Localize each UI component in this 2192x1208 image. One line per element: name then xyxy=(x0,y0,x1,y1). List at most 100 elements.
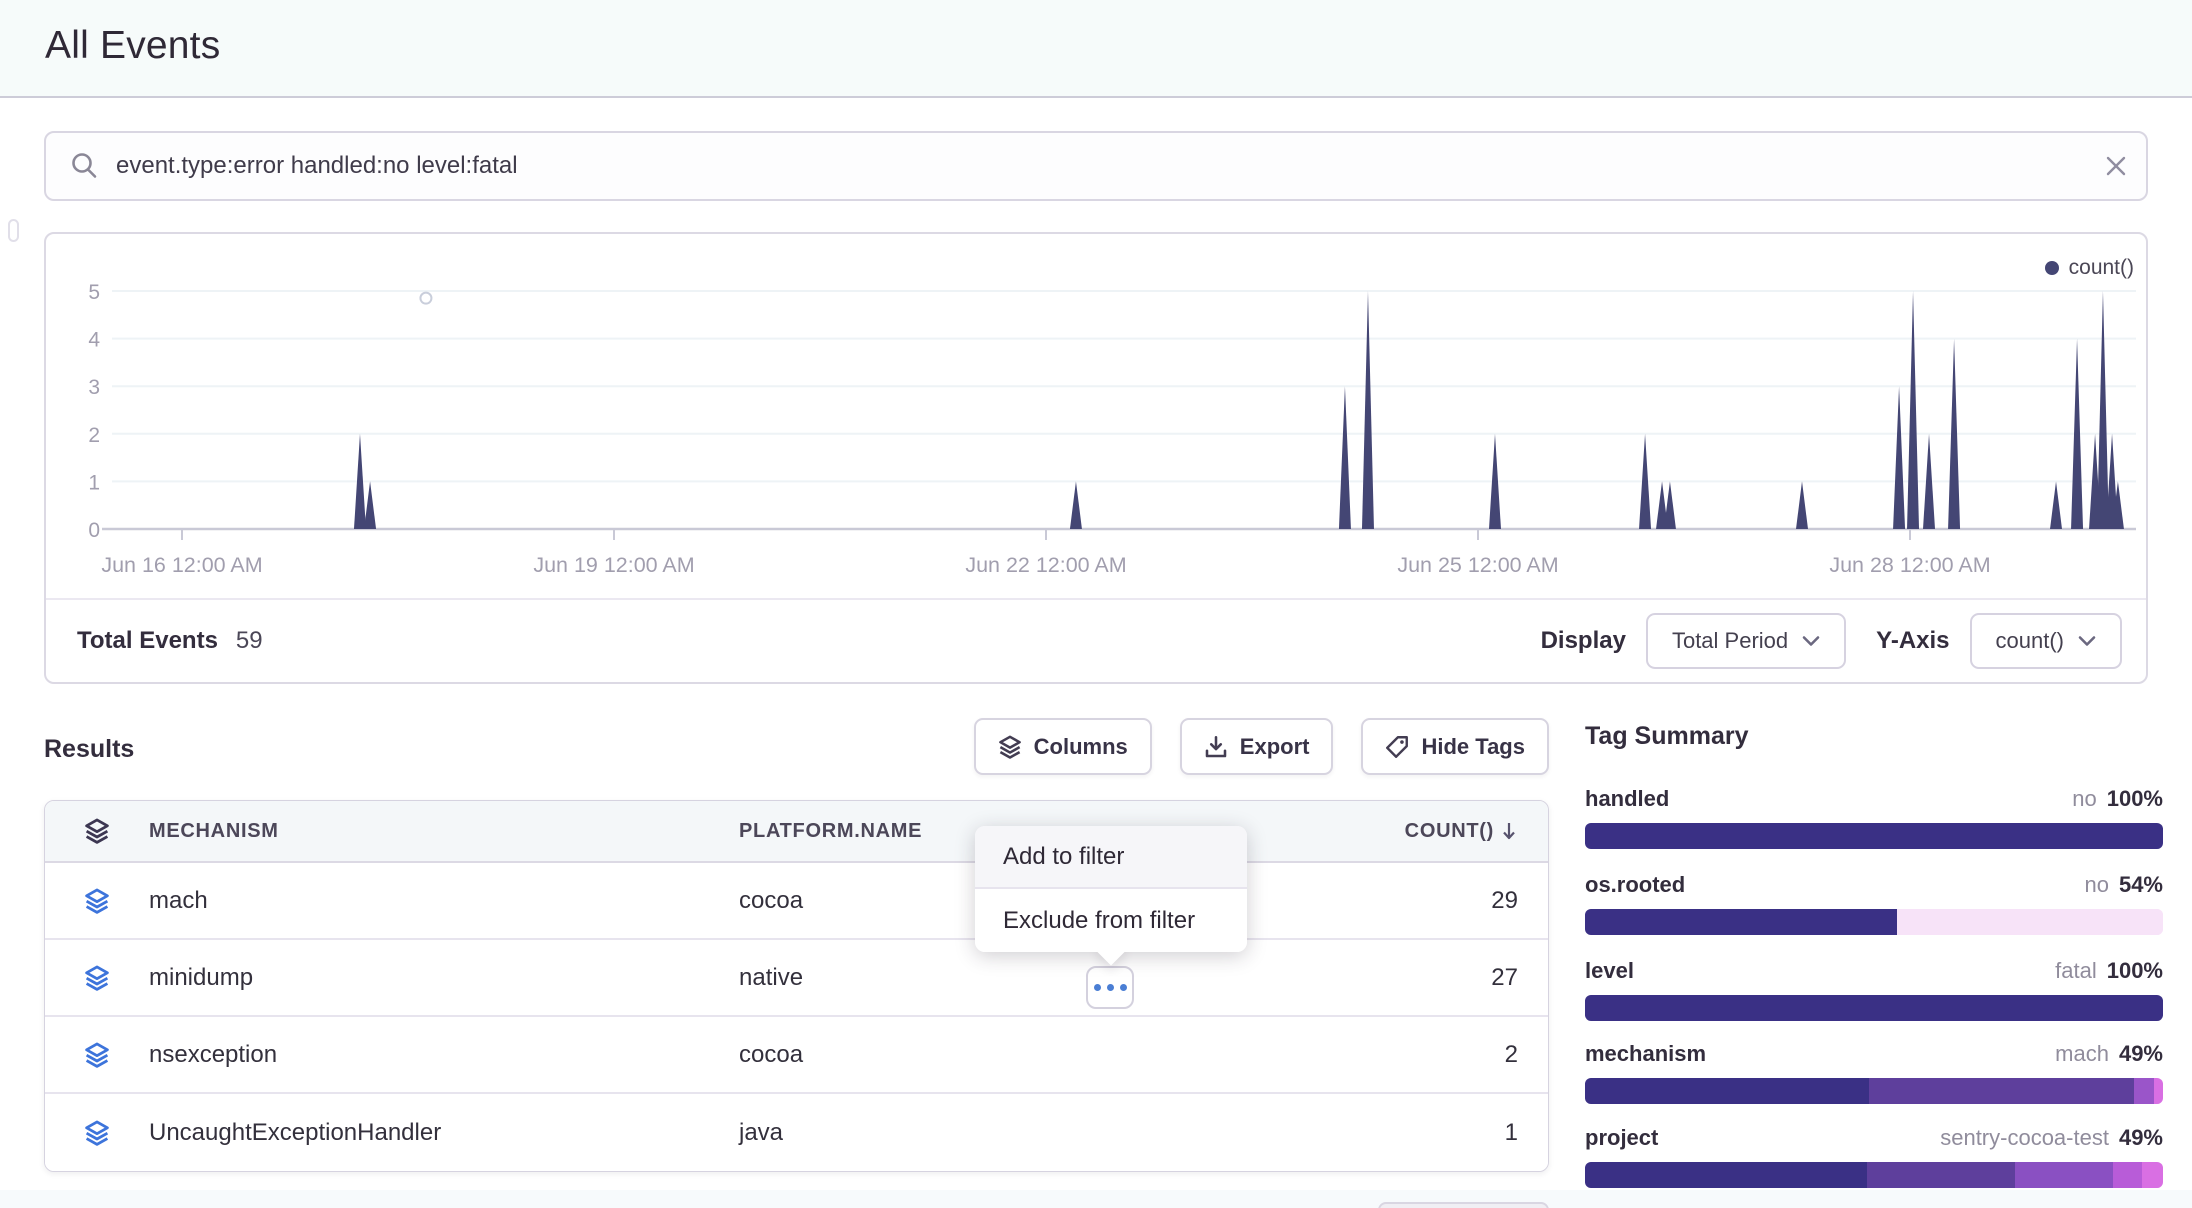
results-table: MECHANISM PLATFORM.NAME COUNT() mach coc… xyxy=(44,800,1549,1172)
tag-row-level[interactable]: level fatal 100% xyxy=(1585,958,2163,1021)
chart-footer: Total Events 59 Display Total Period Y-A… xyxy=(46,598,2146,682)
tag-bar[interactable] xyxy=(1585,823,2163,849)
stack-icon xyxy=(84,1042,110,1068)
cell-mechanism[interactable]: mach xyxy=(149,887,739,915)
cell-count: 27 xyxy=(1259,964,1548,992)
tag-bar-segment xyxy=(1869,1078,2134,1104)
events-chart-card: 0 1 2 3 4 5 Jun 16 12:00 AM Jun 19 12:00 AM Jun … xyxy=(44,232,2148,684)
cell-mechanism[interactable]: minidump xyxy=(149,964,739,992)
tag-top-value: fatal xyxy=(2055,958,2097,984)
tag-bar-segment xyxy=(1867,1162,2015,1188)
tag-bar-segment xyxy=(2154,1078,2163,1104)
table-header-row: MECHANISM PLATFORM.NAME COUNT() xyxy=(45,801,1548,863)
sidebar-drag-handle[interactable] xyxy=(8,219,19,242)
cell-count: 2 xyxy=(1259,1041,1548,1069)
svg-text:Jun 16 12:00 AM: Jun 16 12:00 AM xyxy=(101,553,262,577)
tag-pct: 100% xyxy=(2107,786,2163,812)
svg-text:Jun 22 12:00 AM: Jun 22 12:00 AM xyxy=(965,553,1126,577)
tag-name: level xyxy=(1585,958,1634,984)
tag-bar-segment xyxy=(1585,995,2163,1021)
table-row[interactable]: UncaughtExceptionHandler java 1 xyxy=(45,1094,1548,1171)
display-select-value: Total Period xyxy=(1672,628,1788,654)
svg-text:0: 0 xyxy=(88,519,100,542)
tag-bar[interactable] xyxy=(1585,995,2163,1021)
clear-search-icon[interactable] xyxy=(2086,133,2146,199)
tag-name: handled xyxy=(1585,786,1669,812)
tag-bar-segment xyxy=(1897,909,2163,935)
tag-row-handled[interactable]: handled no 100% xyxy=(1585,786,2163,849)
hide-tags-button[interactable]: Hide Tags xyxy=(1361,718,1549,775)
stack-icon xyxy=(84,965,110,991)
legend-label: count() xyxy=(2069,256,2134,280)
count-header-label: COUNT() xyxy=(1405,820,1494,843)
svg-text:Jun 19 12:00 AM: Jun 19 12:00 AM xyxy=(533,553,694,577)
yaxis-select[interactable]: count() xyxy=(1970,613,2122,669)
svg-text:3: 3 xyxy=(88,376,100,399)
tag-top-value: no xyxy=(2072,786,2096,812)
chevron-down-icon xyxy=(2078,635,2096,647)
tag-top-value: no xyxy=(2084,872,2108,898)
cell-actions-button[interactable] xyxy=(1086,966,1134,1009)
cell-platform[interactable]: cocoa xyxy=(739,1041,1259,1069)
display-select[interactable]: Total Period xyxy=(1646,613,1846,669)
sort-desc-arrow-icon xyxy=(1500,820,1518,842)
menu-item-exclude-from-filter[interactable]: Exclude from filter xyxy=(975,889,1247,952)
svg-text:1: 1 xyxy=(88,471,100,494)
total-events-label: Total Events xyxy=(77,627,218,655)
cell-platform[interactable]: java xyxy=(739,1119,1259,1147)
tag-bar-segment xyxy=(1585,1162,1867,1188)
tag-row-mechanism[interactable]: mechanism mach 49% xyxy=(1585,1041,2163,1104)
tag-pct: 54% xyxy=(2119,872,2163,898)
table-row[interactable]: nsexception cocoa 2 xyxy=(45,1017,1548,1094)
tag-bar-segment xyxy=(2113,1162,2142,1188)
column-header-count[interactable]: COUNT() xyxy=(1259,820,1548,843)
menu-item-add-to-filter[interactable]: Add to filter xyxy=(975,826,1247,889)
svg-text:Jun 28 12:00 AM: Jun 28 12:00 AM xyxy=(1829,553,1990,577)
tag-icon xyxy=(1385,735,1409,759)
cell-count: 1 xyxy=(1259,1119,1548,1147)
columns-button-label: Columns xyxy=(1034,734,1128,760)
stack-icon xyxy=(998,735,1022,759)
tag-top-value: sentry-cocoa-test xyxy=(1940,1125,2109,1151)
tag-bar-segment xyxy=(1585,1078,1869,1104)
tag-bar[interactable] xyxy=(1585,1078,2163,1104)
export-button[interactable]: Export xyxy=(1180,718,1334,775)
tag-bar-segment xyxy=(1585,909,1897,935)
cell-mechanism[interactable]: UncaughtExceptionHandler xyxy=(149,1119,739,1147)
chart-legend[interactable]: count() xyxy=(2045,256,2134,280)
yaxis-select-value: count() xyxy=(1996,628,2064,654)
stack-icon xyxy=(84,888,110,914)
search-input[interactable] xyxy=(116,152,2086,180)
stack-icon xyxy=(84,1120,110,1146)
pagination-control-cutoff[interactable] xyxy=(1378,1202,1549,1208)
hide-tags-button-label: Hide Tags xyxy=(1421,734,1525,760)
tag-bar-segment xyxy=(1585,823,2163,849)
tag-pct: 49% xyxy=(2119,1041,2163,1067)
cell-platform[interactable]: native xyxy=(739,964,1259,992)
tag-summary-panel: Tag Summary xyxy=(1585,722,2163,751)
results-toolbar: Columns Export Hide Tags xyxy=(44,718,1549,775)
svg-text:5: 5 xyxy=(88,281,100,304)
tag-pct: 100% xyxy=(2107,958,2163,984)
export-button-label: Export xyxy=(1240,734,1310,760)
cell-count: 29 xyxy=(1259,887,1548,915)
total-events-value: 59 xyxy=(236,627,263,655)
tag-bar[interactable] xyxy=(1585,1162,2163,1188)
cell-mechanism[interactable]: nsexception xyxy=(149,1041,739,1069)
column-header-mechanism[interactable]: MECHANISM xyxy=(149,820,739,843)
table-row[interactable]: minidump native 27 xyxy=(45,940,1548,1017)
table-row[interactable]: mach cocoa 29 xyxy=(45,863,1548,940)
tag-name: mechanism xyxy=(1585,1041,1706,1067)
svg-text:2: 2 xyxy=(88,424,100,447)
search-bar xyxy=(44,131,2148,201)
columns-button[interactable]: Columns xyxy=(974,718,1152,775)
tag-row-os-rooted[interactable]: os.rooted no 54% xyxy=(1585,872,2163,935)
tag-bar[interactable] xyxy=(1585,909,2163,935)
events-chart[interactable]: 0 1 2 3 4 5 Jun 16 12:00 AM Jun 19 12:00 AM Jun … xyxy=(46,234,2146,602)
tag-row-project[interactable]: project sentry-cocoa-test 49% xyxy=(1585,1125,2163,1188)
tag-pct: 49% xyxy=(2119,1125,2163,1151)
svg-text:4: 4 xyxy=(88,329,100,352)
tag-summary-title: Tag Summary xyxy=(1585,722,2163,751)
tag-bar-segment xyxy=(2142,1162,2163,1188)
stack-icon xyxy=(84,818,110,844)
